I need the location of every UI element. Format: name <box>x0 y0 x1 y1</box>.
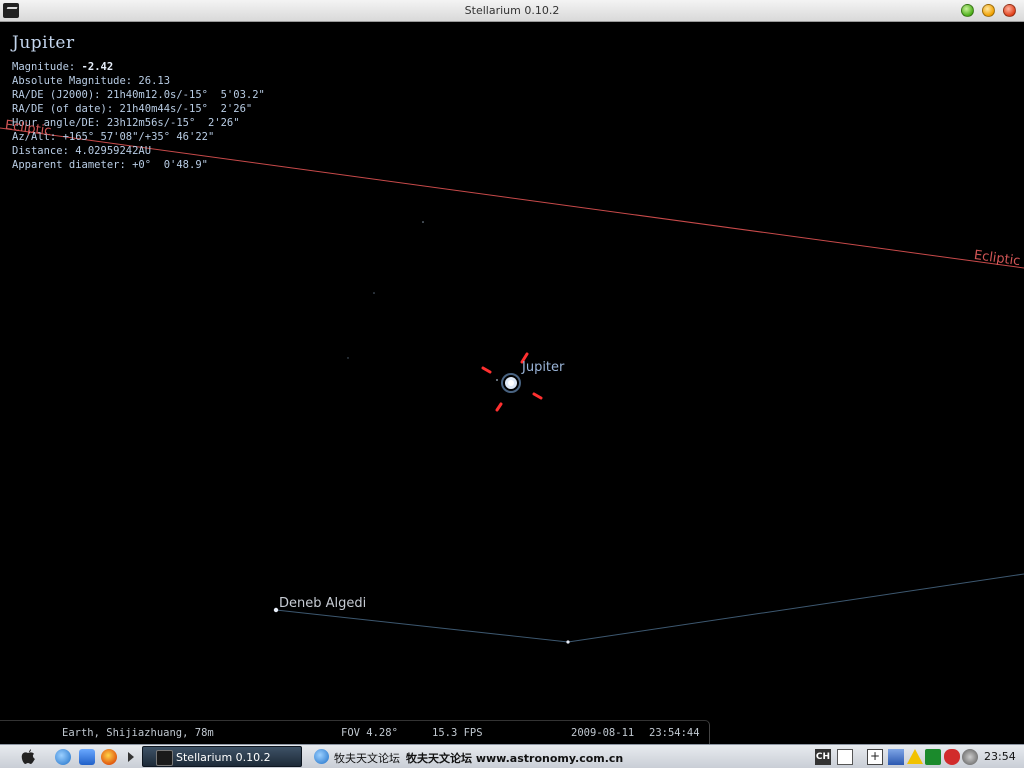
jupiter-label[interactable]: Jupiter <box>522 360 564 375</box>
status-bar: Earth, Shijiazhuang, 78m FOV 4.28° 15.3 … <box>0 720 710 744</box>
deneb-algedi-label[interactable]: Deneb Algedi <box>279 596 366 611</box>
warning-icon[interactable] <box>907 749 923 764</box>
media-icon[interactable] <box>962 749 978 765</box>
magnitude-label: Magnitude: <box>12 61 82 73</box>
date-text: 2009-08-11 <box>571 727 635 739</box>
keyboard-icon[interactable] <box>837 749 853 765</box>
window-title: Stellarium 0.10.2 <box>464 4 560 17</box>
close-window-button[interactable] <box>1003 4 1016 17</box>
antivirus-icon[interactable] <box>925 749 941 765</box>
plus-icon[interactable]: + <box>867 749 883 765</box>
moon-dot <box>496 379 498 381</box>
stellarium-icon <box>156 750 173 766</box>
taskbar-item-label: 牧夫天文论坛 <box>334 752 400 765</box>
star <box>373 292 375 294</box>
star <box>422 221 424 223</box>
shield-icon[interactable] <box>944 749 960 765</box>
info-row: RA/DE (J2000): 21h40m12.0s/-15° 5'03.2" <box>12 89 265 101</box>
fps-text: 15.3 FPS <box>432 727 483 739</box>
star <box>347 357 349 359</box>
magnitude-value: -2.42 <box>81 61 114 73</box>
object-info-panel: Jupiter Magnitude: -2.42 Absolute Magnit… <box>12 33 265 172</box>
time-text: 23:54:44 <box>649 727 700 739</box>
taskbar-item-stellarium[interactable]: Stellarium 0.10.2 <box>142 746 302 767</box>
info-row: Apparent diameter: +0° 0'48.9" <box>12 159 208 171</box>
info-row: RA/DE (of date): 21h40m44s/-15° 2'26" <box>12 103 253 115</box>
constellation-line <box>275 609 569 643</box>
taskbar-item-label: 牧夫天文论坛 www.astronomy.com.cn <box>406 752 624 765</box>
taskbar: Stellarium 0.10.2 牧夫天文论坛 牧夫天文论坛 www.astr… <box>0 744 1024 768</box>
firefox-icon[interactable] <box>101 749 117 765</box>
constellation-line <box>567 573 1024 643</box>
info-row: Absolute Magnitude: 26.13 <box>12 75 171 87</box>
minimize-window-button[interactable] <box>982 4 995 17</box>
star <box>566 640 570 644</box>
browser-icon[interactable] <box>79 749 95 765</box>
fov-text: FOV 4.28° <box>341 727 398 739</box>
planet-jupiter-core <box>508 380 514 386</box>
network-icon[interactable] <box>888 749 904 765</box>
input-method-indicator[interactable]: CH <box>815 749 831 765</box>
apple-icon[interactable] <box>20 748 36 765</box>
quicklaunch-expand-icon[interactable] <box>128 752 134 762</box>
taskbar-item-browser[interactable]: 牧夫天文论坛 牧夫天文论坛 www.astronomy.com.cn <box>310 746 650 767</box>
star-deneb-algedi <box>273 607 279 613</box>
info-row: Distance: 4.02959242AU <box>12 145 152 157</box>
system-clock[interactable]: 23:54 <box>984 750 1016 763</box>
ie-icon[interactable] <box>55 749 71 765</box>
info-magnitude: Magnitude: -2.42 <box>12 60 265 74</box>
object-name: Jupiter <box>12 33 75 53</box>
ie-icon <box>314 749 329 764</box>
zoom-window-button[interactable] <box>961 4 974 17</box>
taskbar-item-label: Stellarium 0.10.2 <box>176 751 271 764</box>
location-text: Earth, Shijiazhuang, 78m <box>62 727 214 739</box>
window-title-bar[interactable]: Stellarium 0.10.2 <box>0 0 1024 22</box>
sky-view[interactable]: Jupiter Magnitude: -2.42 Absolute Magnit… <box>0 22 1024 720</box>
